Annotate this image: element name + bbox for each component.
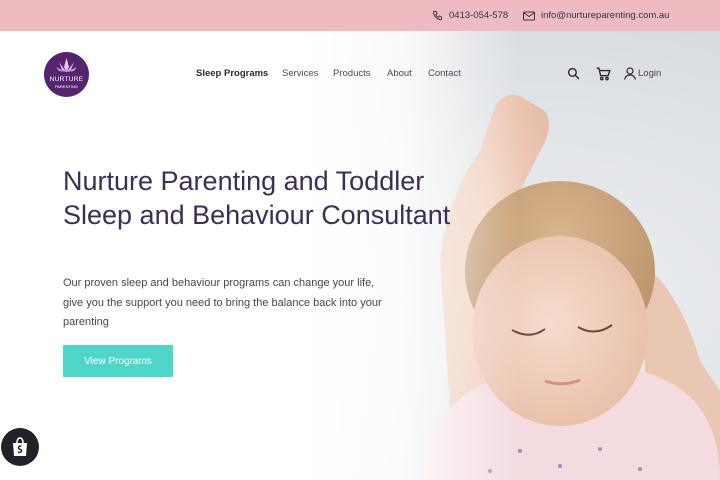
login-link[interactable]: Login (624, 67, 661, 80)
brand-logo[interactable]: NURTURE PARENTING (44, 52, 89, 97)
hero-subtitle: Our proven sleep and behaviour programs … (63, 277, 382, 328)
logo-wordmark: NURTURE (49, 76, 84, 83)
nav-services[interactable]: Services (282, 68, 318, 79)
phone-number: 0413-054-578 (449, 10, 509, 21)
hero-fade (0, 31, 720, 480)
lotus-icon (56, 58, 77, 72)
cart-icon[interactable] (596, 67, 611, 81)
nav-products[interactable]: Products (333, 68, 371, 79)
phone-link[interactable]: 0413-054-578 (432, 0, 508, 31)
email-link[interactable]: info@nurtureparenting.com.au (523, 0, 669, 31)
email-address: info@nurtureparenting.com.au (541, 10, 670, 21)
nav-sleep-programs[interactable]: Sleep Programs (196, 68, 268, 79)
phone-icon (432, 10, 443, 21)
hero-title: Nurture Parenting and Toddler Sleep and … (63, 166, 451, 230)
login-label: Login (638, 68, 662, 79)
nav-contact[interactable]: Contact (428, 68, 461, 79)
mail-icon (523, 11, 535, 20)
shopify-badge[interactable] (1, 428, 39, 466)
user-icon (624, 67, 636, 80)
shopify-bag-icon (13, 437, 27, 456)
logo-tagline: PARENTING (54, 84, 79, 89)
view-programs-button[interactable]: View Programs (63, 345, 173, 377)
search-icon[interactable] (567, 67, 580, 80)
hero-section (0, 31, 720, 480)
nav-about[interactable]: About (387, 68, 412, 79)
